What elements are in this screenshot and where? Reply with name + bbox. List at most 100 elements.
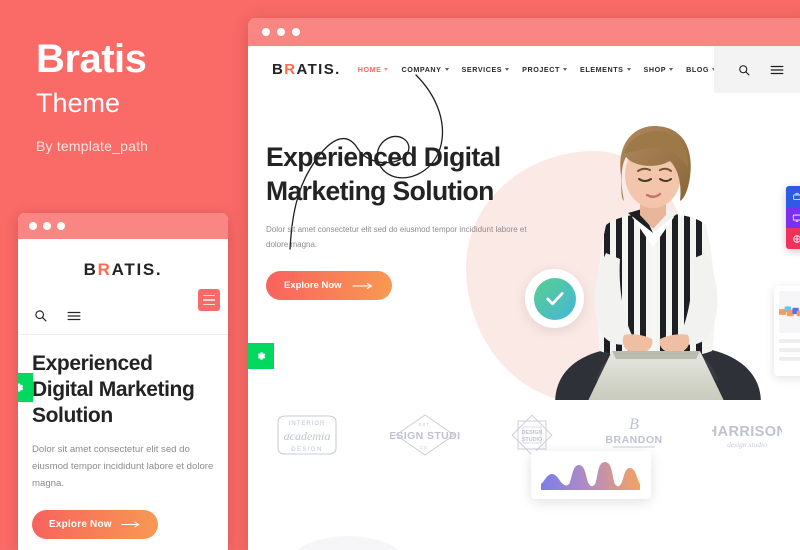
- chevron-down-icon: [669, 68, 674, 71]
- mobile-logo[interactable]: BRATIS.: [18, 239, 228, 280]
- svg-text:INTERIOR: INTERIOR: [289, 421, 326, 427]
- svg-text:STUDIO: STUDIO: [522, 437, 542, 443]
- svg-text:DESIGN: DESIGN: [522, 430, 543, 436]
- nav-item-home[interactable]: HOME: [358, 65, 389, 74]
- hero-heading: Experienced Digital Marketing Solution: [266, 142, 501, 206]
- desktop-preview-window[interactable]: BRATIS. HOME COMPANY SERVICES PROJECT EL…: [248, 18, 800, 550]
- clients-logo-row: INTERIOR academia DESIGN EST. DESIGN STU…: [264, 412, 792, 458]
- placeholder-lines: [779, 339, 800, 361]
- hamburger-menu-icon[interactable]: [67, 310, 81, 322]
- floating-device-toolbar: [786, 186, 800, 249]
- blocks-widget-icon: [779, 291, 800, 333]
- decorative-sweep: [288, 536, 408, 550]
- client-logo-interior-academia-design: INTERIOR academia DESIGN: [277, 415, 337, 455]
- mobile-hero-body: Dolor sit amet consectetur elit sed do e…: [32, 444, 214, 489]
- nav-label: COMPANY: [401, 65, 442, 74]
- nav-item-project[interactable]: PROJECT: [522, 65, 567, 74]
- clients-section: INTERIOR academia DESIGN EST. DESIGN STU…: [248, 400, 800, 550]
- promo-subtitle: Theme: [36, 88, 121, 118]
- chevron-down-icon: [562, 68, 567, 71]
- hero-section: Experienced Digital Marketing Solution D…: [248, 74, 800, 499]
- svg-text:HARRISON: HARRISON: [712, 424, 782, 440]
- desktop-window-body: BRATIS. HOME COMPANY SERVICES PROJECT EL…: [248, 46, 800, 550]
- menu-line: [203, 303, 215, 306]
- chevron-down-icon: [384, 68, 389, 71]
- mobile-logo-prefix: B: [83, 260, 98, 279]
- cta-label: Explore Now: [284, 280, 342, 292]
- desktop-window-titlebar: [248, 18, 800, 46]
- mobile-explore-now-button[interactable]: Explore Now: [32, 510, 158, 540]
- header-tools: [714, 46, 800, 93]
- side-widget-card[interactable]: [774, 286, 800, 376]
- site-logo[interactable]: BRATIS.: [272, 61, 341, 78]
- logo-prefix: B: [272, 61, 285, 78]
- mobile-cta-label: Explore Now: [49, 519, 112, 531]
- arrow-right-icon: [351, 282, 374, 290]
- hero-copy: Experienced Digital Marketing Solution D…: [266, 141, 556, 301]
- mobile-window-body: BRATIS. Experienced Digital Marketing So…: [18, 239, 228, 550]
- client-logo-design-studio-diamond: EST. DESIGN STUDIO CO.: [390, 414, 460, 456]
- menu-line: [203, 294, 215, 297]
- mobile-menu-button[interactable]: [198, 289, 220, 311]
- placeholder-line: [779, 357, 800, 361]
- svg-text:DESIGN STUDIO: DESIGN STUDIO: [390, 430, 460, 442]
- page-title: Bratis: [36, 37, 147, 81]
- mobile-logo-accent: R: [97, 260, 112, 279]
- nav-item-blog[interactable]: BLOG: [686, 65, 717, 74]
- hero-body-text: Dolor sit amet consectetur elit sed do e…: [266, 224, 527, 249]
- nav-label: ELEMENTS: [579, 65, 624, 74]
- nav-item-services[interactable]: SERVICES: [462, 65, 510, 74]
- nav-label: PROJECT: [522, 65, 560, 74]
- chevron-down-icon: [505, 68, 510, 71]
- mobile-nav-row: [18, 289, 228, 335]
- nav-label: HOME: [357, 65, 382, 74]
- gear-icon[interactable]: [18, 373, 33, 402]
- placeholder-line: [779, 348, 800, 352]
- mobile-preview-window[interactable]: BRATIS. Experienced Digital Marketing So…: [18, 213, 228, 550]
- mobile-logo-suffix: ATIS.: [111, 260, 163, 279]
- search-icon[interactable]: [738, 64, 750, 76]
- window-dot-close[interactable]: [29, 222, 37, 230]
- hamburger-menu-icon[interactable]: [770, 64, 784, 76]
- promo-author: By template_path: [36, 138, 149, 154]
- svg-text:BRANDON: BRANDON: [605, 434, 662, 446]
- client-logo-harrison-design-studio: HARRISON design studio: [712, 424, 782, 449]
- nav-label: SHOP: [643, 65, 667, 74]
- mobile-hero: Experienced Digital Marketing Solution D…: [18, 335, 228, 540]
- site-header: BRATIS. HOME COMPANY SERVICES PROJECT EL…: [248, 46, 800, 93]
- mobile-hero-heading: Experienced Digital Marketing Solution: [32, 352, 195, 428]
- svg-text:EST.: EST.: [418, 422, 430, 427]
- nav-item-company[interactable]: COMPANY: [401, 65, 449, 74]
- window-dot-minimize[interactable]: [43, 222, 51, 230]
- placeholder-line: [779, 339, 800, 343]
- window-dot-close[interactable]: [262, 28, 270, 36]
- svg-text:design studio: design studio: [727, 440, 767, 449]
- nav-item-elements[interactable]: ELEMENTS: [580, 65, 631, 74]
- chevron-down-icon: [444, 68, 449, 71]
- search-icon[interactable]: [34, 309, 47, 322]
- nav-item-shop[interactable]: SHOP: [644, 65, 674, 74]
- nav-label: BLOG: [686, 65, 710, 74]
- hero-chart-card: [531, 451, 651, 499]
- logo-suffix: ATIS.: [296, 61, 341, 78]
- main-navigation: HOME COMPANY SERVICES PROJECT ELEMENTS S…: [358, 65, 775, 74]
- svg-text:academia: academia: [284, 429, 331, 443]
- svg-text:B: B: [629, 416, 639, 433]
- svg-text:DESIGN: DESIGN: [291, 447, 322, 453]
- blocks-glyph: [779, 306, 800, 317]
- desktop-monitor-icon[interactable]: [786, 207, 800, 228]
- svg-text:CO.: CO.: [419, 445, 429, 450]
- window-dot-maximize[interactable]: [57, 222, 65, 230]
- logo-accent: R: [284, 61, 297, 78]
- tablet-icon[interactable]: [786, 186, 800, 207]
- mobile-window-titlebar: [18, 213, 228, 239]
- theme-preview-stage: Bratis Theme By template_path BRATIS. Ex…: [0, 0, 800, 550]
- arrow-right-icon: [121, 521, 141, 528]
- explore-now-button[interactable]: Explore Now: [266, 271, 392, 301]
- color-wheel-icon[interactable]: [786, 228, 800, 249]
- gear-icon[interactable]: [248, 343, 274, 369]
- nav-label: SERVICES: [461, 65, 503, 74]
- window-dot-minimize[interactable]: [277, 28, 285, 36]
- chevron-down-icon: [626, 68, 631, 71]
- window-dot-maximize[interactable]: [292, 28, 300, 36]
